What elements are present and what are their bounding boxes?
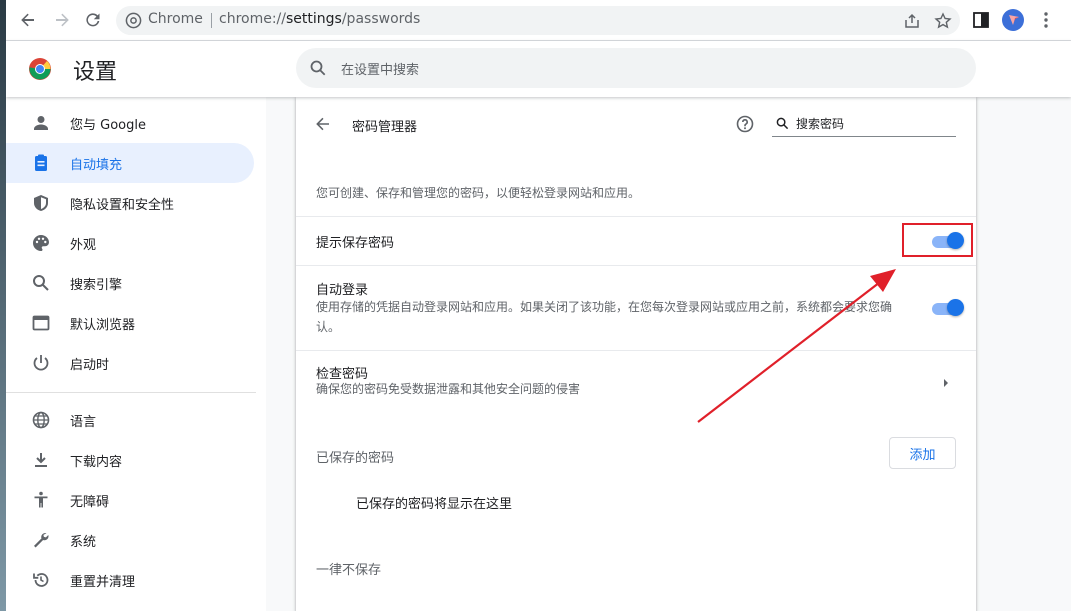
auto-signin-label: 自动登录 xyxy=(316,283,369,298)
auto-signin-toggle[interactable] xyxy=(930,299,964,317)
reload-button[interactable] xyxy=(81,8,105,32)
chrome-logo-icon xyxy=(29,58,51,80)
search-icon xyxy=(310,60,326,76)
sidebar-item-label: 隐私设置和安全性 xyxy=(70,198,175,213)
never-saved-heading: 一律不保存 xyxy=(316,563,382,578)
url-host: settings xyxy=(286,11,342,27)
url-text: chrome://settings/passwords xyxy=(219,11,420,27)
autofill-clipboard-icon xyxy=(35,154,47,171)
sidebar-item-system[interactable]: 系统 xyxy=(6,520,254,560)
saved-passwords-empty-message: 已保存的密码将显示在这里 xyxy=(356,497,513,512)
sidebar-item-label: 搜索引擎 xyxy=(70,278,123,293)
download-icon xyxy=(35,453,47,467)
sidebar-item-autofill[interactable]: 自动填充 xyxy=(6,143,254,183)
reload-icon xyxy=(86,13,100,27)
chevron-right-icon xyxy=(944,379,948,387)
add-password-button[interactable]: 添加 xyxy=(889,437,956,469)
offer-to-save-label: 提示保存密码 xyxy=(316,236,395,251)
sidebar-item-label: 启动时 xyxy=(70,358,110,373)
row-divider xyxy=(296,265,976,266)
toggle-knob xyxy=(947,299,964,316)
sidebar-item-privacy[interactable]: 隐私设置和安全性 xyxy=(6,183,254,223)
password-search-input[interactable]: 搜索密码 xyxy=(772,111,956,137)
share-icon[interactable] xyxy=(903,12,921,30)
wrench-icon xyxy=(34,532,49,548)
row-divider xyxy=(296,216,976,217)
arrow-right-icon xyxy=(56,13,69,27)
url-prefix: chrome:// xyxy=(219,11,286,27)
back-arrow-icon[interactable] xyxy=(313,114,333,134)
sidebar-item-on-startup[interactable]: 启动时 xyxy=(6,343,254,383)
address-bar[interactable]: Chrome chrome://settings/passwords xyxy=(116,6,960,35)
sidebar-item-languages[interactable]: 语言 xyxy=(6,400,254,440)
page-title: 设置 xyxy=(73,60,118,85)
sidebar-item-default-browser[interactable]: 默认浏览器 xyxy=(6,303,254,343)
settings-search-placeholder: 在设置中搜索 xyxy=(341,63,420,78)
sidebar-item-label: 语言 xyxy=(70,415,97,430)
sidebar-divider xyxy=(6,392,256,393)
restore-icon xyxy=(33,573,49,587)
sidebar-item-search-engine[interactable]: 搜索引擎 xyxy=(6,263,254,303)
globe-icon xyxy=(32,411,50,429)
url-path: /passwords xyxy=(341,11,421,27)
sidebar-item-label: 系统 xyxy=(70,535,97,550)
settings-header: 设置 在设置中搜索 xyxy=(6,41,1071,97)
forward-button[interactable] xyxy=(50,8,74,32)
arrow-left-icon xyxy=(21,13,34,27)
search-icon xyxy=(33,275,49,291)
more-menu-icon[interactable] xyxy=(1036,10,1056,30)
sidebar-item-label: 重置并清理 xyxy=(70,575,136,590)
power-icon xyxy=(33,355,49,371)
sidebar-item-label: 下载内容 xyxy=(70,455,123,470)
browser-window-icon xyxy=(32,315,50,331)
sidebar-item-label: 无障碍 xyxy=(70,495,110,510)
password-manager-card: 密码管理器 搜索密码 您可创建、保存和管理您的密码，以便轻松登录网站和应用。 提… xyxy=(296,97,976,611)
sidebar-item-downloads[interactable]: 下载内容 xyxy=(6,440,254,480)
person-icon xyxy=(34,116,48,130)
palette-icon xyxy=(33,235,49,251)
password-manager-description: 您可创建、保存和管理您的密码，以便轻松登录网站和应用。 xyxy=(316,186,641,200)
password-manager-title: 密码管理器 xyxy=(352,120,418,135)
profile-avatar[interactable] xyxy=(1002,9,1024,31)
sidebar-item-label: 您与 Google xyxy=(70,118,146,133)
sidebar-item-label: 自动填充 xyxy=(70,158,123,173)
check-passwords-row[interactable]: 检查密码 确保您的密码免受数据泄露和其他安全问题的侵害 xyxy=(296,351,976,407)
check-passwords-description: 确保您的密码免受数据泄露和其他安全问题的侵害 xyxy=(316,382,581,396)
search-icon xyxy=(776,117,789,130)
accessibility-icon xyxy=(34,491,48,508)
password-search-placeholder: 搜索密码 xyxy=(796,117,845,131)
bookmark-star-icon[interactable] xyxy=(934,12,952,30)
sidebar-item-accessibility[interactable]: 无障碍 xyxy=(6,480,254,520)
sidebar-item-you-and-google[interactable]: 您与 Google xyxy=(6,103,254,143)
sidebar-item-reset[interactable]: 重置并清理 xyxy=(6,560,254,600)
saved-passwords-heading: 已保存的密码 xyxy=(316,451,395,466)
card-header: 密码管理器 搜索密码 xyxy=(296,97,976,155)
site-chip: Chrome xyxy=(148,11,203,27)
auto-signin-description: 使用存储的凭据自动登录网站和应用。如果关闭了该功能，在您每次登录网站或应用之前，… xyxy=(316,300,893,334)
sidebar-item-label: 默认浏览器 xyxy=(70,318,136,333)
settings-search-input[interactable]: 在设置中搜索 xyxy=(296,48,976,88)
sidebar-item-appearance[interactable]: 外观 xyxy=(6,223,254,263)
annotation-highlight-box xyxy=(902,223,973,257)
back-button[interactable] xyxy=(16,8,40,32)
shield-icon xyxy=(34,195,48,211)
browser-toolbar: Chrome chrome://settings/passwords xyxy=(6,0,1071,41)
settings-sidebar: 您与 Google 自动填充 隐私设置和安全性 外观 搜索引擎 默认浏览器 启动… xyxy=(6,97,266,611)
browser-window: Chrome chrome://settings/passwords 设置 在设… xyxy=(6,0,1071,611)
side-panel-icon[interactable] xyxy=(971,10,991,30)
omnibox-separator xyxy=(211,13,212,28)
sidebar-item-label: 外观 xyxy=(70,238,97,253)
avatar-icon xyxy=(1009,15,1019,25)
chrome-site-icon xyxy=(125,12,142,29)
help-icon[interactable] xyxy=(735,114,755,134)
